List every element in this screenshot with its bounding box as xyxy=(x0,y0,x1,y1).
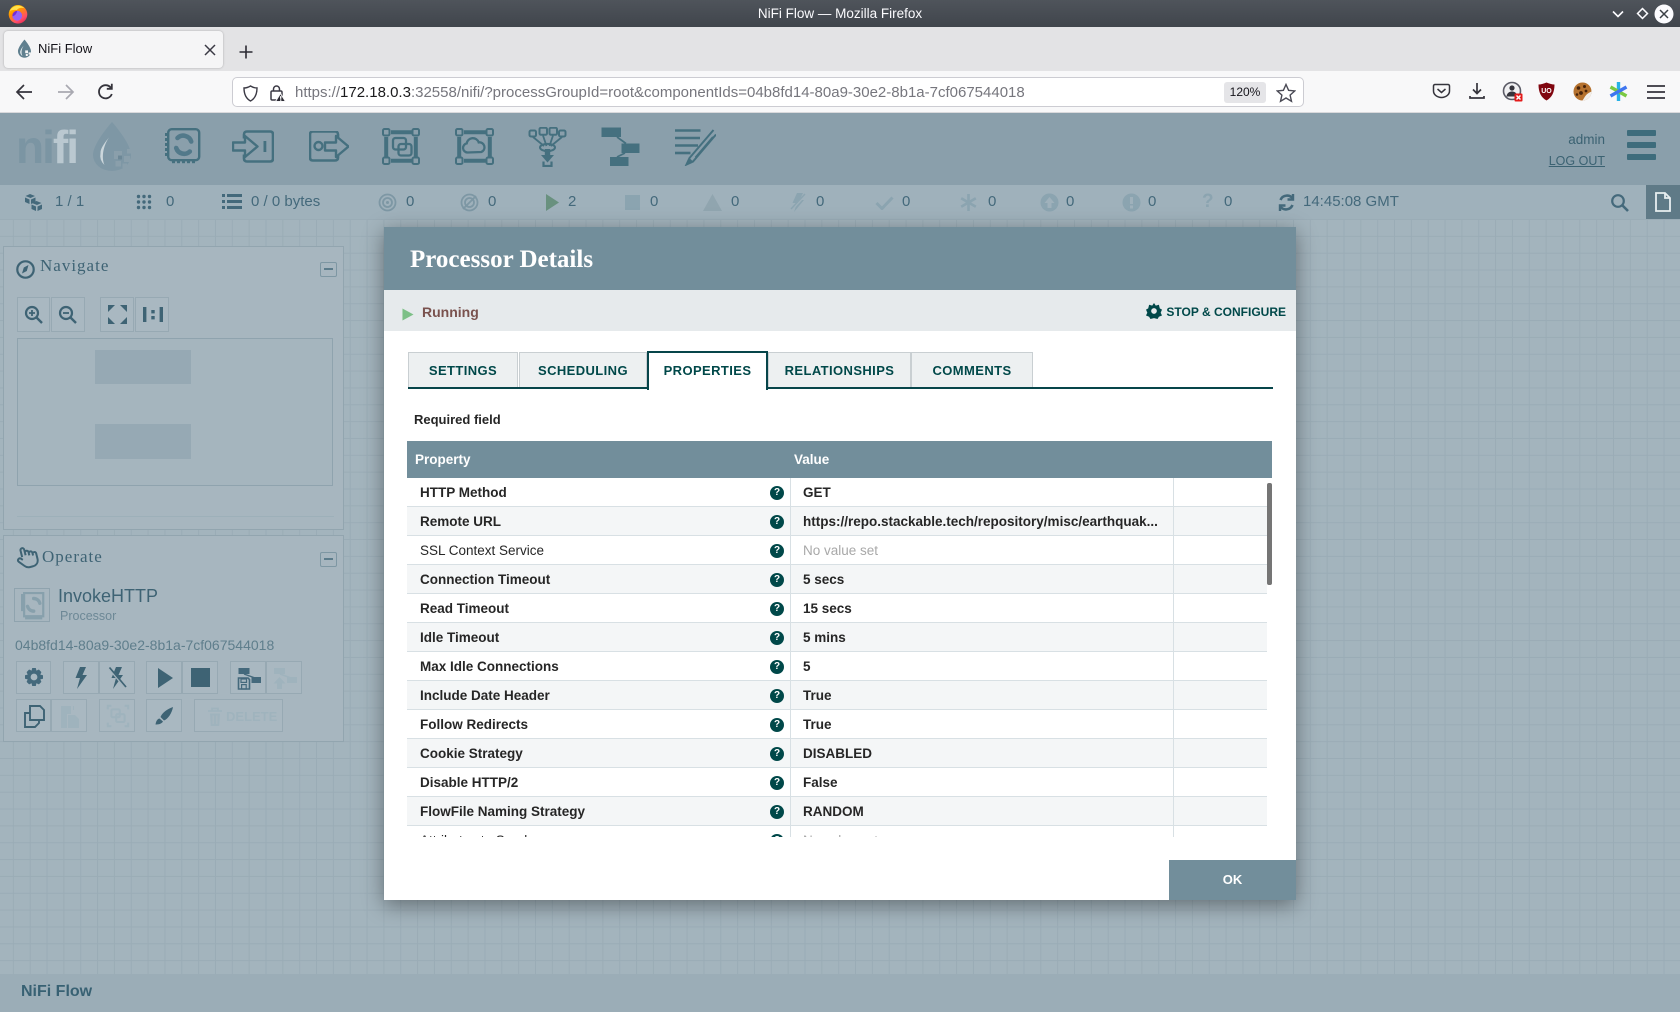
svg-text:UO: UO xyxy=(1541,88,1552,95)
